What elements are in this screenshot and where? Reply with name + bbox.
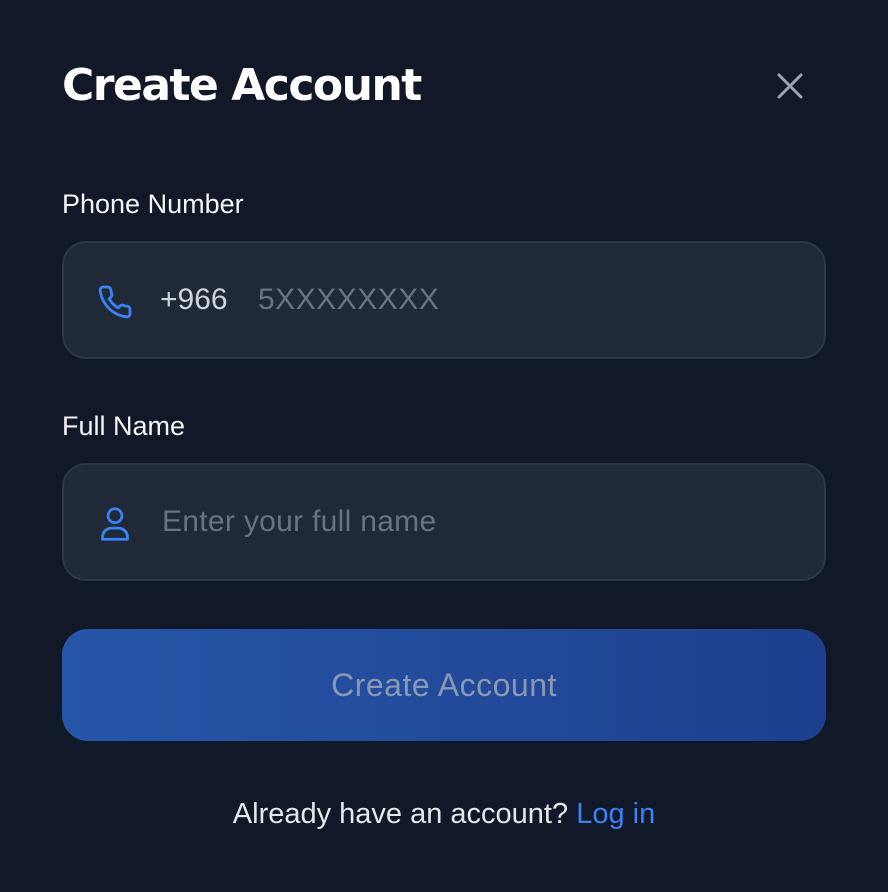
full-name-label: Full Name (62, 411, 186, 441)
modal-title: Create Account (62, 60, 422, 111)
country-code-prefix: +966 (160, 283, 228, 316)
login-prompt: Already have an account? Log in (0, 794, 888, 834)
close-icon (777, 73, 803, 99)
phone-icon (96, 283, 134, 321)
login-prompt-text: Already have an account? (232, 798, 569, 830)
login-link[interactable]: Log in (576, 798, 655, 830)
phone-number-label: Phone Number (62, 189, 244, 219)
user-icon (96, 505, 134, 543)
phone-number-field[interactable]: +966 (62, 241, 826, 359)
create-account-modal: Create Account Phone Number +966 Full Na… (0, 0, 888, 892)
phone-number-input[interactable] (258, 271, 798, 329)
create-account-button[interactable]: Create Account (62, 629, 826, 741)
full-name-field[interactable] (62, 463, 826, 581)
close-button[interactable] (768, 64, 812, 108)
full-name-input[interactable] (162, 493, 802, 551)
